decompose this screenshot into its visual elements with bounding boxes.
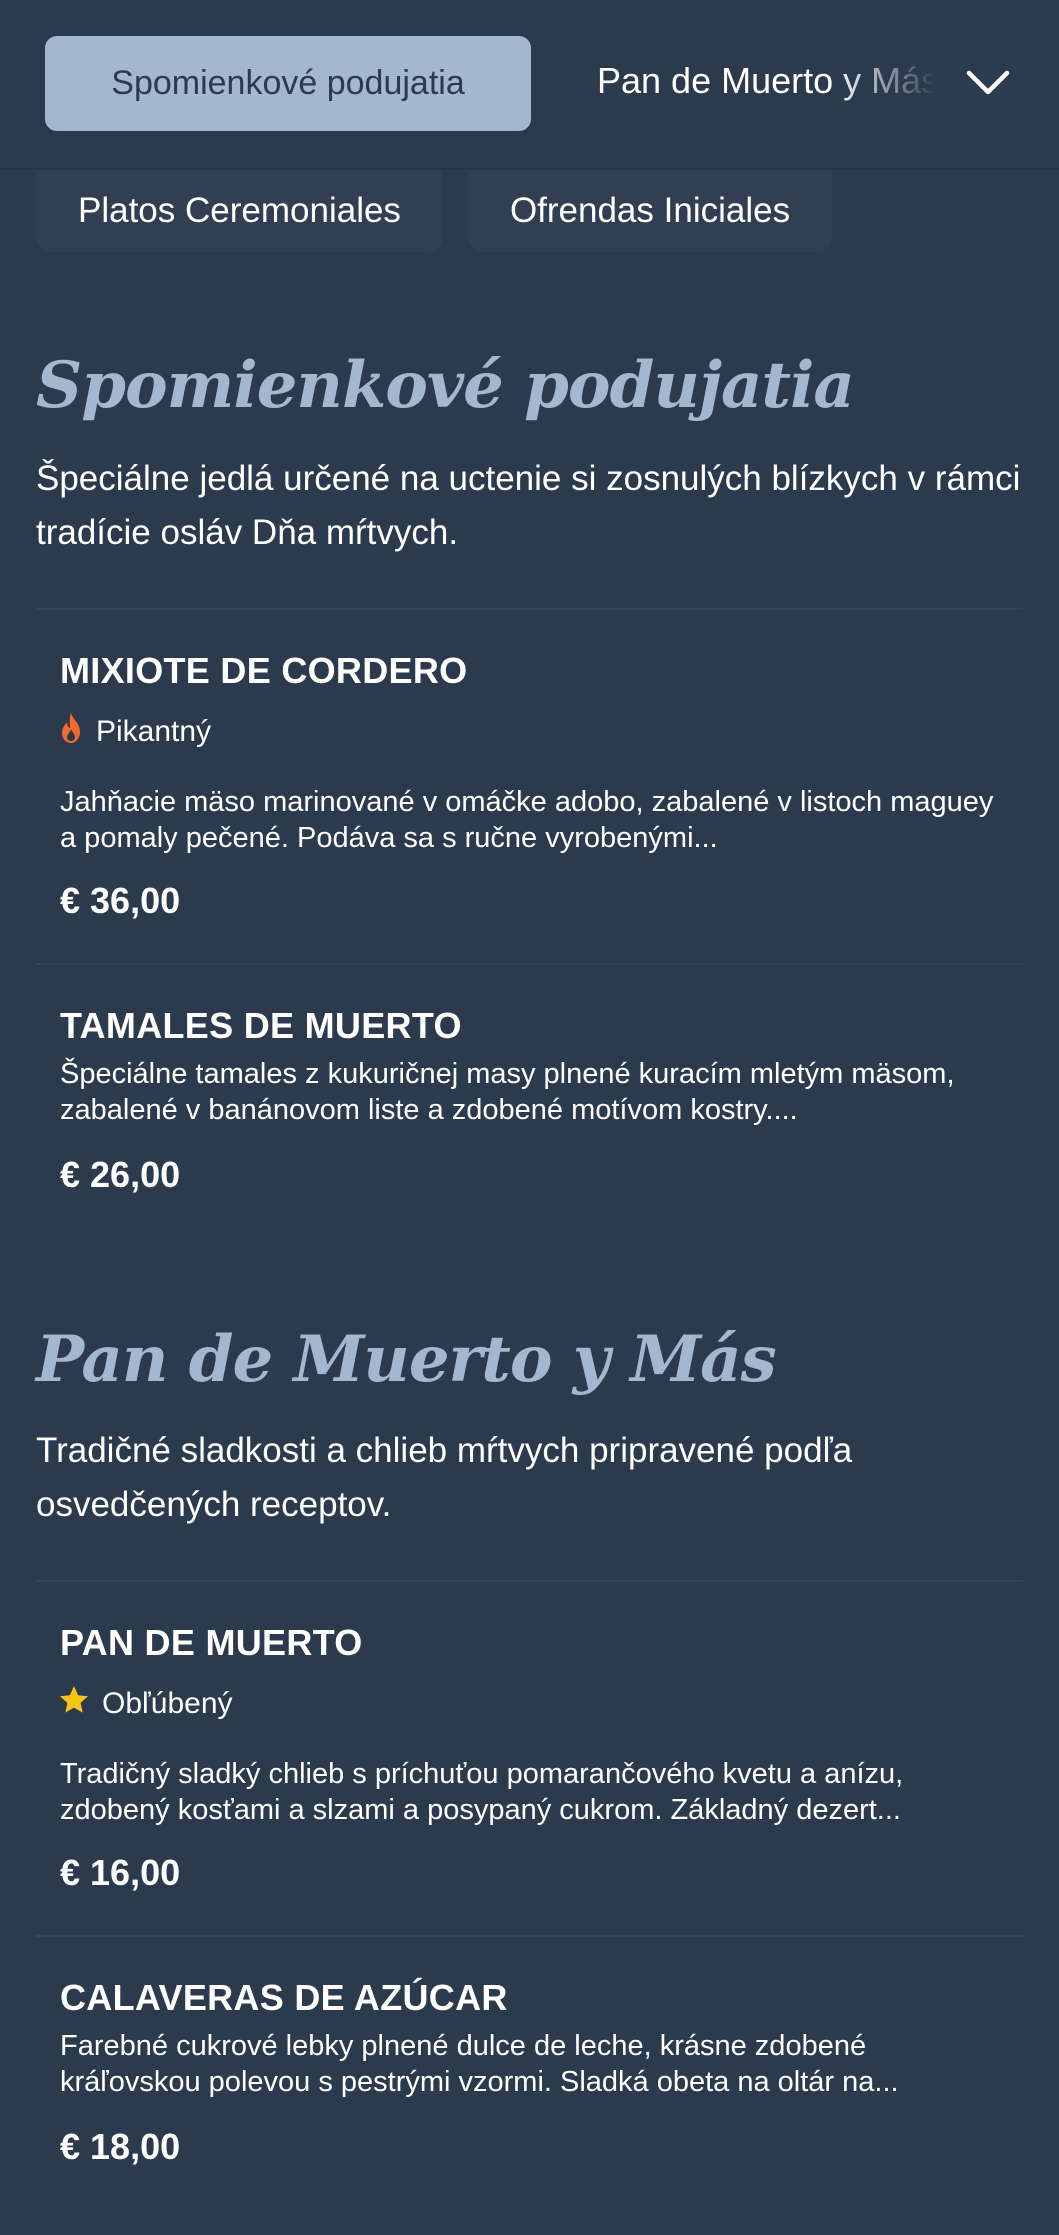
item-price: € 36,00 [60, 880, 181, 921]
tab-pan-de-muerto[interactable]: Pan de Muerto y Más [597, 60, 937, 110]
item-price: € 18,00 [60, 2126, 181, 2167]
chevron-down-icon[interactable] [962, 60, 1014, 106]
section-title: Pan de Muerto y Más [36, 1322, 777, 1397]
chip-platos-ceremoniales[interactable]: Platos Ceremoniales [36, 170, 443, 252]
subcategory-chips: Platos Ceremoniales Ofrendas Iniciales [36, 170, 833, 252]
item-description: Špeciálne tamales z kukuričnej masy plne… [60, 1058, 955, 1126]
item-description: Jahňacie mäso marinované v omáčke adobo,… [60, 786, 994, 854]
item-name: MIXIOTE DE CORDERO [60, 650, 468, 691]
popular-badge: Obľúbený [58, 1684, 233, 1724]
section-description: Špeciálne jedlá určené na uctenie si zos… [36, 459, 1021, 552]
item-price: € 16,00 [60, 1852, 181, 1893]
tab-spomienkove-podujatia[interactable]: Spomienkové podujatia [45, 36, 531, 131]
section-description: Tradičné sladkosti a chlieb mŕtvych prip… [36, 1431, 853, 1524]
badge-label: Pikantný [96, 715, 212, 748]
badge-label: Obľúbený [102, 1687, 233, 1720]
chip-ofrendas-iniciales[interactable]: Ofrendas Iniciales [467, 170, 833, 252]
item-name: CALAVERAS DE AZÚCAR [60, 1977, 508, 2018]
divider [36, 1580, 1023, 1582]
divider [36, 963, 1023, 965]
item-description: Tradičný sladký chlieb s príchuťou pomar… [60, 1758, 904, 1826]
item-description: Farebné cukrové lebky plnené dulce de le… [60, 2030, 899, 2098]
divider [36, 608, 1023, 610]
item-name: TAMALES DE MUERTO [60, 1005, 462, 1046]
spicy-badge: Pikantný [58, 712, 211, 752]
item-price: € 26,00 [60, 1154, 181, 1195]
star-icon [58, 1684, 90, 1724]
flame-icon [58, 712, 84, 752]
category-nav-bar: Spomienkové podujatia Pan de Muerto y Má… [0, 0, 1059, 168]
section-title: Spomienkové podujatia [36, 348, 855, 423]
divider [36, 1935, 1023, 1937]
item-name: PAN DE MUERTO [60, 1622, 363, 1663]
